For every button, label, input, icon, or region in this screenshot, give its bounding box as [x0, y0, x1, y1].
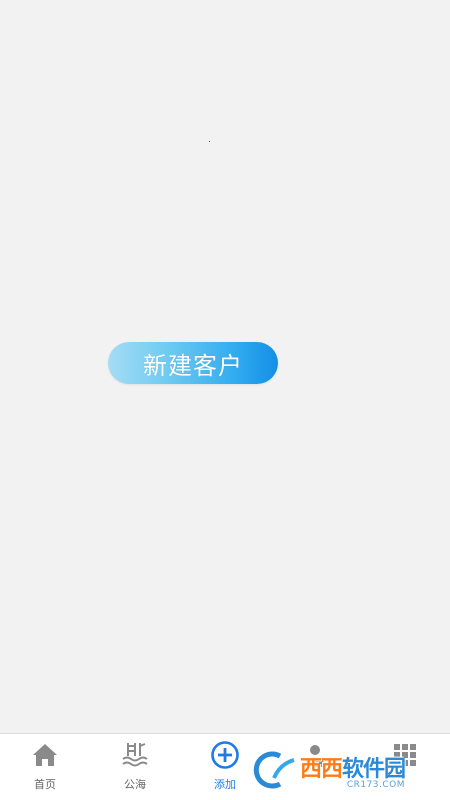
sea-icon	[120, 740, 150, 770]
bottom-tab-bar: 首页 公海 添加	[0, 733, 450, 800]
stray-pixel	[209, 141, 210, 142]
tab-add[interactable]: 添加	[180, 734, 270, 800]
tab-more[interactable]	[360, 734, 450, 800]
tab-person[interactable]	[270, 734, 360, 800]
tab-home-label: 首页	[34, 778, 56, 791]
tab-add-label: 添加	[214, 778, 236, 791]
new-customer-button-label: 新建客户	[143, 351, 243, 380]
new-customer-button[interactable]: 新建客户	[108, 342, 278, 384]
tab-public-sea-label: 公海	[124, 778, 146, 791]
screen: 新建客户 首页 公海 添加 西西软件园 CR173.COM	[0, 0, 450, 800]
grid-icon	[390, 740, 420, 770]
person-icon	[300, 740, 330, 770]
home-icon	[30, 740, 60, 770]
tab-public-sea[interactable]: 公海	[90, 734, 180, 800]
tab-home[interactable]: 首页	[0, 734, 90, 800]
add-circle-icon	[210, 740, 240, 770]
